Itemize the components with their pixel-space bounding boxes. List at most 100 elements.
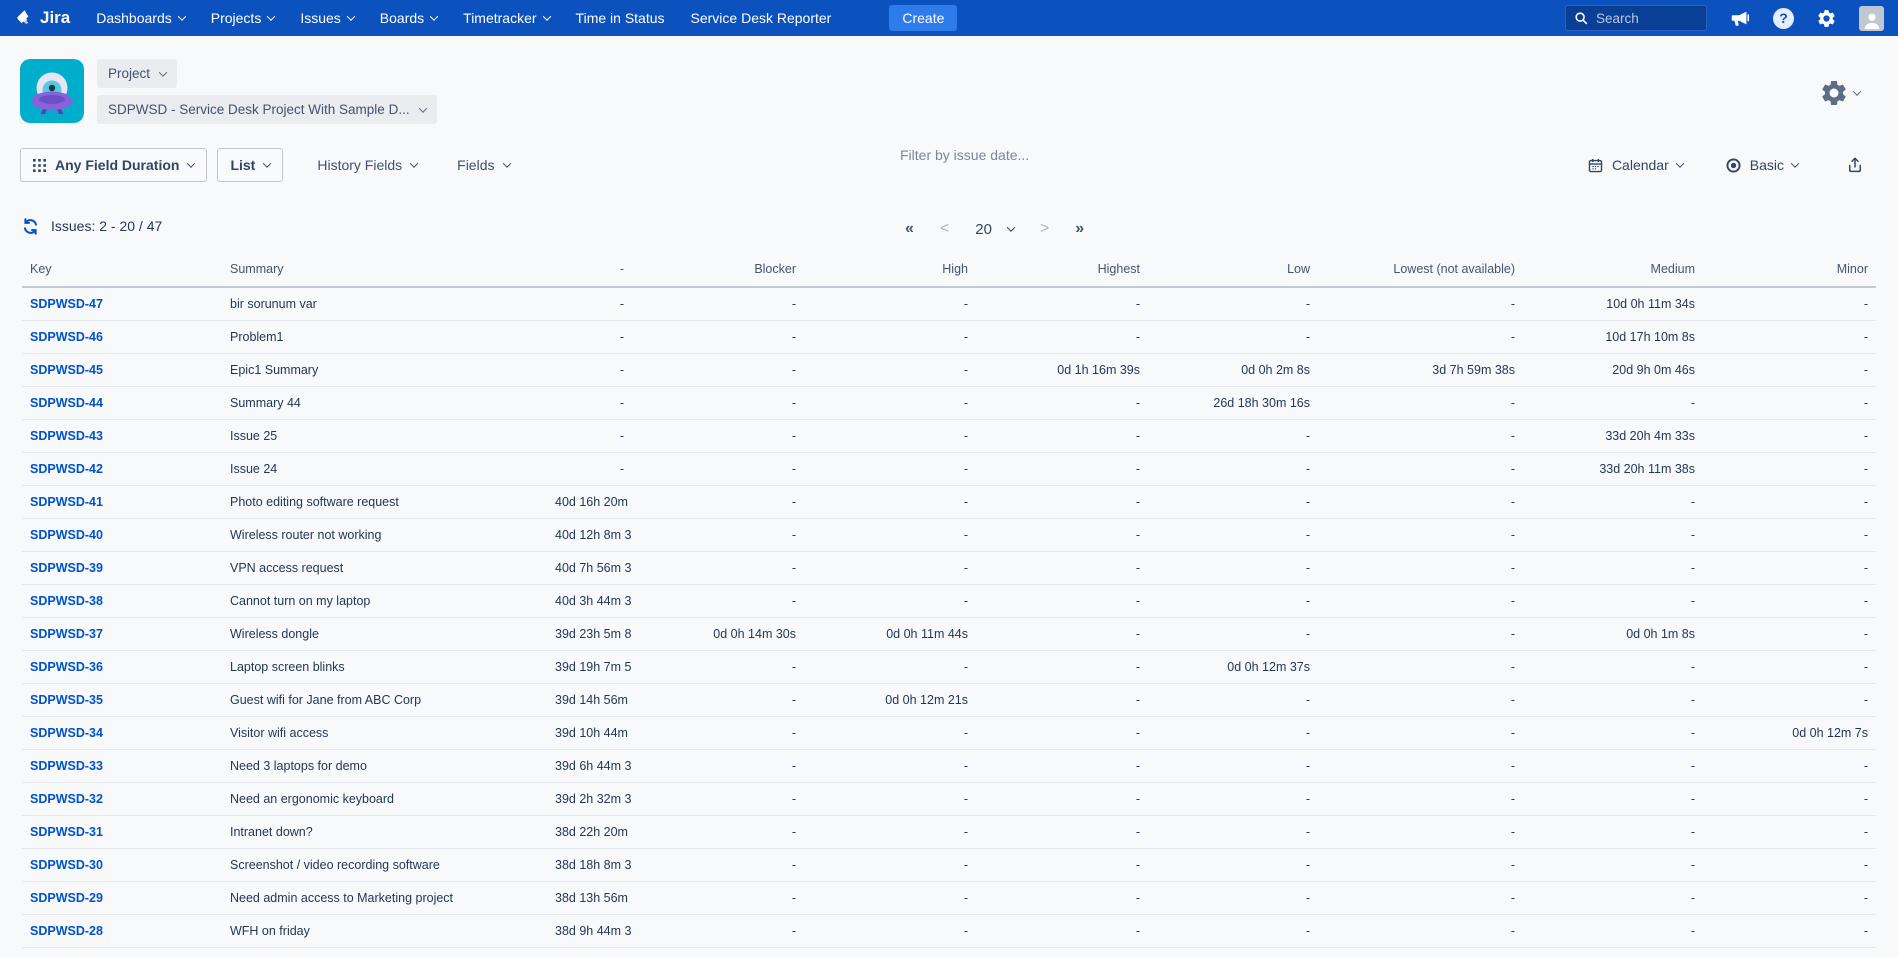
duration-cell: - [632,783,804,816]
calendar-dropdown[interactable]: Calendar [1587,157,1683,174]
issue-key-link[interactable]: SDPWSD-39 [30,561,103,575]
nav-item-boards[interactable]: Boards [380,10,437,26]
duration-cell: - [1318,750,1523,783]
summary-cell: Photo editing software request [222,486,547,519]
nav-item-time-in-status[interactable]: Time in Status [576,10,665,26]
report-type-dropdown[interactable]: Any Field Duration [20,148,207,182]
nav-label: Boards [380,10,424,26]
pagination-next-button[interactable]: > [1040,220,1049,238]
issue-key-link[interactable]: SDPWSD-42 [30,462,103,476]
column-header-summary[interactable]: Summary [222,256,547,287]
issue-key-link[interactable]: SDPWSD-37 [30,627,103,641]
column-header-low[interactable]: Low [1148,256,1318,287]
nav-label: Dashboards [96,10,172,26]
duration-cell: - [804,915,976,948]
duration-cell: - [804,717,976,750]
toolbar-right-group: Calendar Basic [1587,156,1878,174]
issue-key-link[interactable]: SDPWSD-33 [30,759,103,773]
user-avatar[interactable] [1859,6,1884,31]
report-settings-button[interactable] [1819,78,1860,108]
issue-key-link[interactable]: SDPWSD-30 [30,858,103,872]
chevron-down-icon [410,159,418,167]
issue-key-link[interactable]: SDPWSD-29 [30,891,103,905]
issue-key-link[interactable]: SDPWSD-31 [30,825,103,839]
jira-logo[interactable]: Jira [14,8,70,29]
refresh-icon [22,218,39,235]
project-avatar[interactable] [20,59,84,123]
key-cell: SDPWSD-42 [22,453,222,486]
issue-key-link[interactable]: SDPWSD-38 [30,594,103,608]
duration-cell: 39d 2h 32m 31s [547,783,632,816]
fields-dropdown[interactable]: Fields [451,156,515,174]
key-cell: SDPWSD-34 [22,717,222,750]
issue-key-link[interactable]: SDPWSD-44 [30,396,103,410]
issue-key-link[interactable]: SDPWSD-28 [30,924,103,938]
view-dropdown[interactable]: List [217,148,283,182]
nav-label: Timetracker [463,10,536,26]
megaphone-icon[interactable] [1729,7,1751,29]
help-icon[interactable]: ? [1773,8,1794,29]
column-header-lowest[interactable]: Lowest (not available) [1318,256,1523,287]
summary-cell: Guest wifi for Jane from ABC Corp [222,684,547,717]
issue-key-link[interactable]: SDPWSD-47 [30,297,103,311]
summary-cell: Need admin access to Marketing project [222,882,547,915]
fields-label: Fields [457,157,494,173]
column-header-none[interactable]: - [547,256,632,287]
issue-key-link[interactable]: SDPWSD-32 [30,792,103,806]
column-header-minor[interactable]: Minor [1703,256,1876,287]
issue-date-filter-input[interactable] [898,146,1118,164]
project-dropdown[interactable]: SDPWSD - Service Desk Project With Sampl… [97,95,437,124]
issue-key-link[interactable]: SDPWSD-34 [30,726,103,740]
duration-cell: - [1148,915,1318,948]
column-header-high[interactable]: High [804,256,976,287]
duration-cell: - [1703,585,1876,618]
issue-key-link[interactable]: SDPWSD-45 [30,363,103,377]
duration-cell: 3d 7h 59m 38s [1318,354,1523,387]
duration-cell: - [976,453,1148,486]
duration-cell: - [1148,783,1318,816]
duration-cell: - [1703,783,1876,816]
nav-item-projects[interactable]: Projects [211,10,275,26]
pagination-prev-button[interactable]: < [940,220,949,238]
duration-cell: - [1148,816,1318,849]
issue-key-link[interactable]: SDPWSD-35 [30,693,103,707]
nav-item-issues[interactable]: Issues [300,10,353,26]
duration-cell: - [1148,750,1318,783]
issue-key-link[interactable]: SDPWSD-41 [30,495,103,509]
duration-cell: - [976,882,1148,915]
duration-cell: - [1703,387,1876,420]
table-row: SDPWSD-31Intranet down?38d 22h 20m 31s--… [22,816,1876,849]
search-input[interactable] [1594,10,1694,27]
view-mode-dropdown[interactable]: Basic [1725,157,1798,174]
chevron-down-icon [263,159,271,167]
column-header-highest[interactable]: Highest [976,256,1148,287]
issue-key-link[interactable]: SDPWSD-43 [30,429,103,443]
issue-key-link[interactable]: SDPWSD-46 [30,330,103,344]
scope-dropdown[interactable]: Project [97,59,177,88]
issues-table-section: Key Summary - Blocker High Highest Low L… [0,226,1898,948]
nav-item-timetracker[interactable]: Timetracker [463,10,549,26]
column-header-key[interactable]: Key [22,256,222,287]
duration-cell: - [976,486,1148,519]
duration-cell: - [632,287,804,321]
pagination-first-button[interactable]: « [905,220,914,238]
gear-icon[interactable] [1816,8,1837,29]
pagination-last-button[interactable]: » [1075,220,1084,238]
nav-item-service-desk-reporter[interactable]: Service Desk Reporter [691,10,832,26]
issue-key-link[interactable]: SDPWSD-36 [30,660,103,674]
summary-cell: Cannot turn on my laptop [222,585,547,618]
column-header-medium[interactable]: Medium [1523,256,1703,287]
summary-cell: Wireless router not working [222,519,547,552]
nav-item-dashboards[interactable]: Dashboards [96,10,185,26]
column-header-blocker[interactable]: Blocker [632,256,804,287]
history-fields-dropdown[interactable]: History Fields [311,156,423,174]
refresh-button[interactable] [22,218,39,235]
create-button[interactable]: Create [889,5,957,31]
project-label: SDPWSD - Service Desk Project With Sampl… [108,102,410,117]
duration-cell: - [1523,552,1703,585]
global-search[interactable] [1565,5,1707,31]
page-size-select[interactable]: 20 [975,221,1014,238]
issue-key-link[interactable]: SDPWSD-40 [30,528,103,542]
duration-cell: 39d 6h 44m 31s [547,750,632,783]
export-button[interactable] [1846,156,1864,174]
